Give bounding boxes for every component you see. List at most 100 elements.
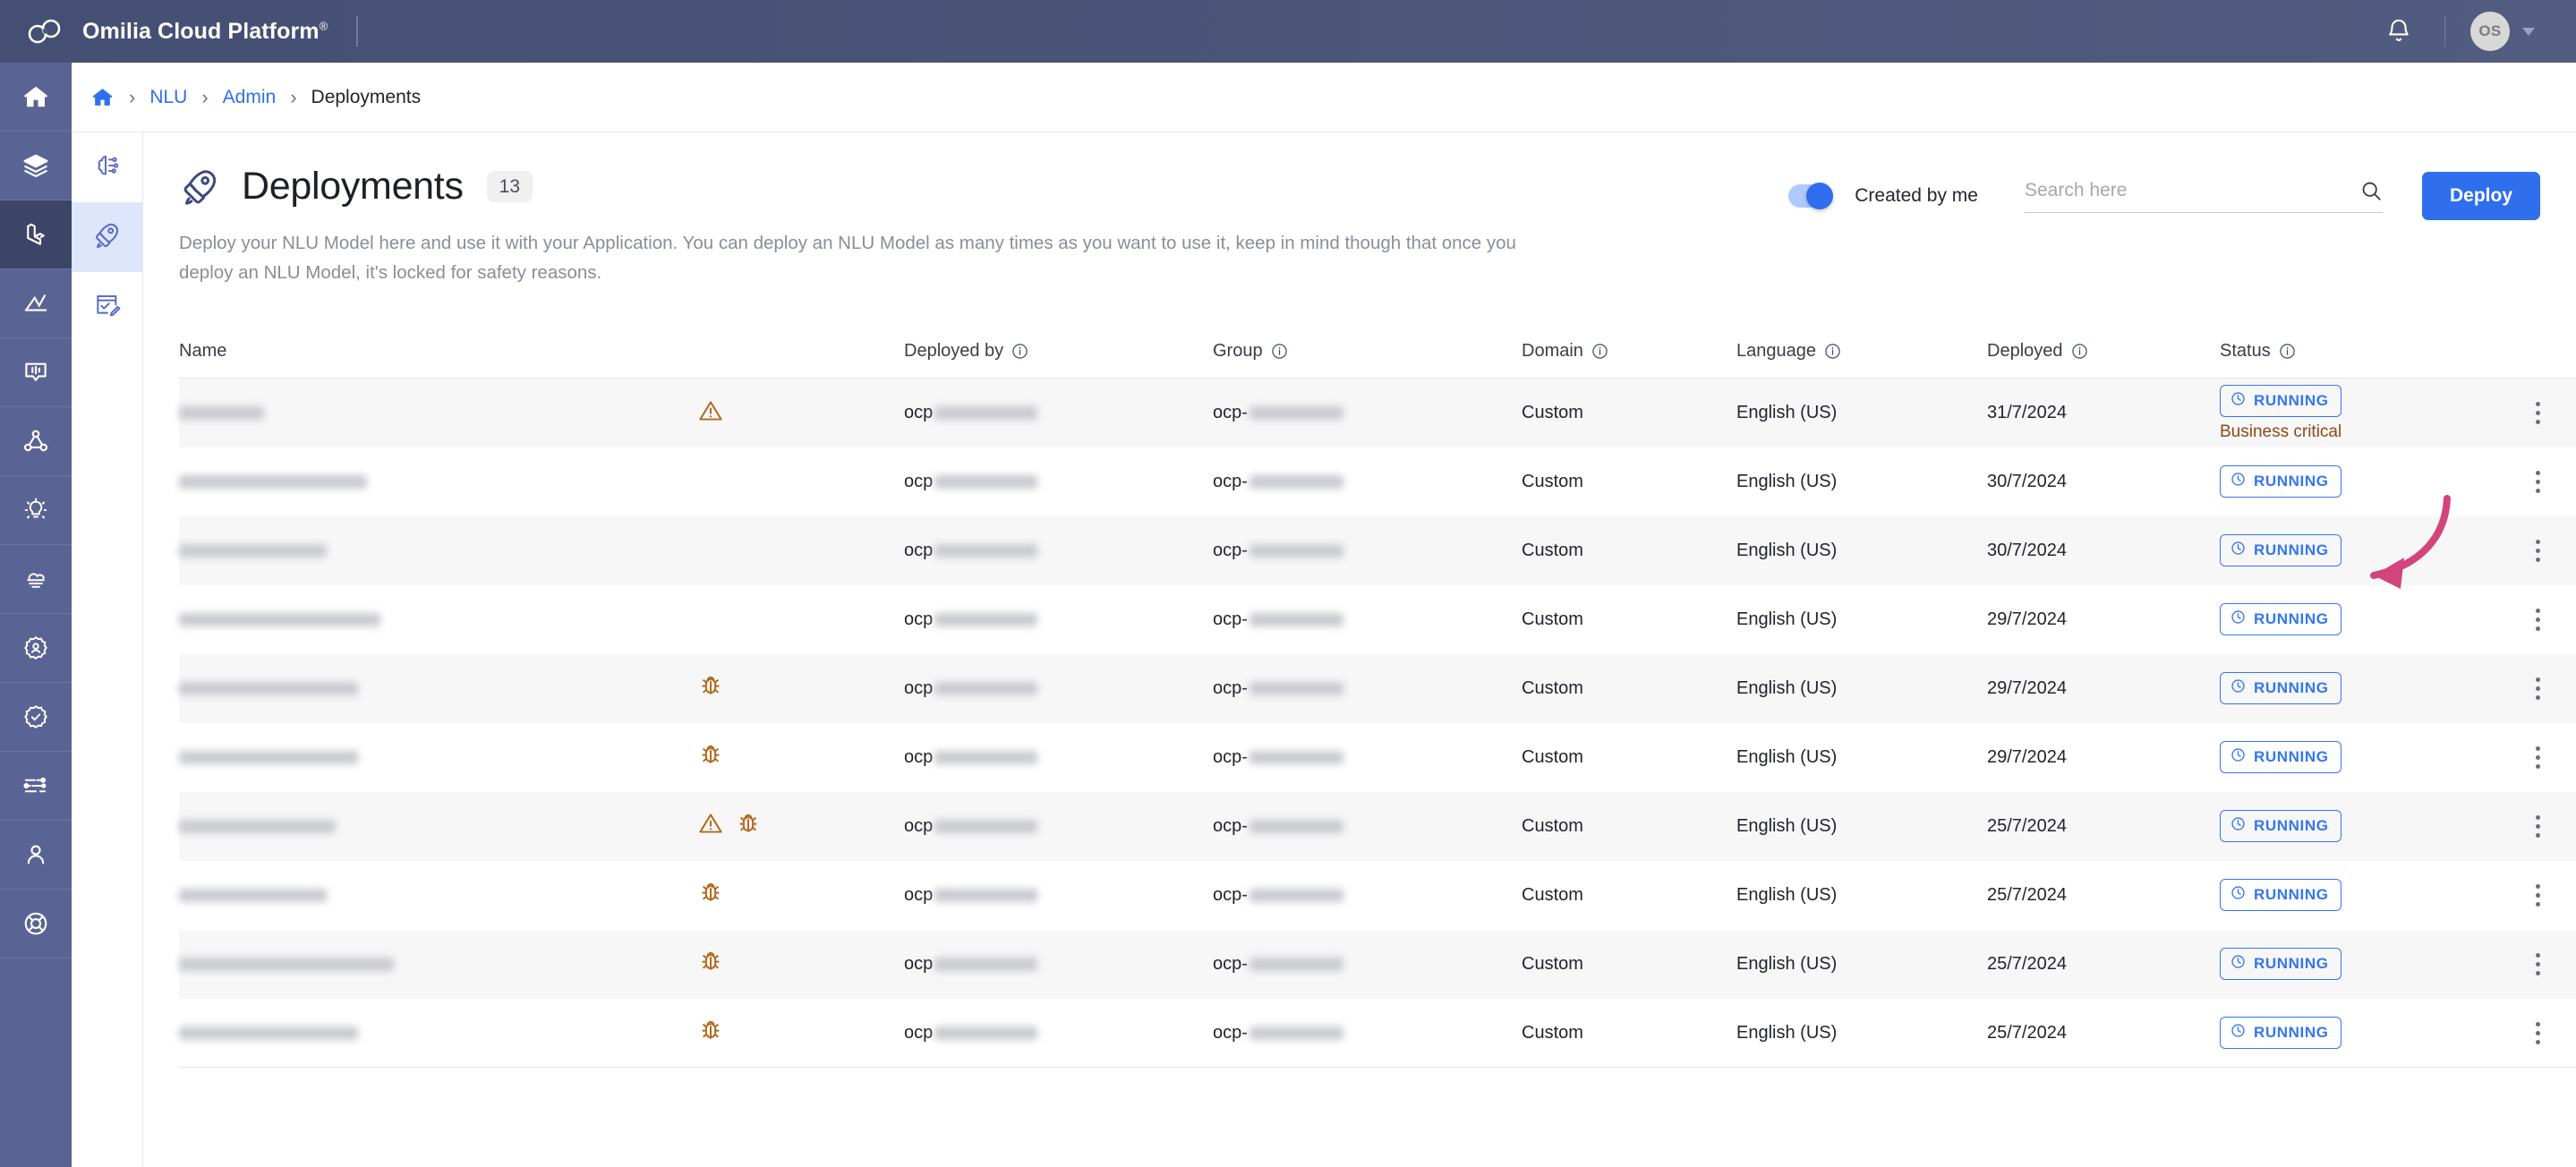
cell-name[interactable] xyxy=(179,516,698,585)
main-content: Deployments 13 Deploy your NLU Model her… xyxy=(143,132,2576,1167)
sidebar-item-identity[interactable] xyxy=(0,614,72,683)
sidebar-item-analytics[interactable] xyxy=(0,269,72,338)
kebab-menu-icon[interactable] xyxy=(2524,884,2551,907)
breadcrumb-item-admin[interactable]: Admin xyxy=(223,87,277,108)
sidebar-item-users[interactable] xyxy=(0,821,72,890)
kebab-menu-icon[interactable] xyxy=(2524,540,2551,562)
sidebar-item-annotations[interactable] xyxy=(72,272,142,342)
kebab-menu-icon[interactable] xyxy=(2524,677,2551,700)
column-header-deployed[interactable]: Deployed xyxy=(1987,327,2220,379)
redacted-deployed-by xyxy=(934,475,1037,489)
kebab-menu-icon[interactable] xyxy=(2524,746,2551,769)
cell-language: English (US) xyxy=(1736,861,1987,930)
column-header-deployed-by[interactable]: Deployed by xyxy=(904,327,1213,379)
info-icon[interactable] xyxy=(2279,343,2296,360)
table-row[interactable]: ocpocp-CustomEnglish (US)29/7/2024RUNNIN… xyxy=(179,654,2576,723)
cell-name[interactable] xyxy=(179,585,698,654)
sidebar-item-nlu[interactable] xyxy=(0,200,72,269)
status-label: RUNNING xyxy=(2254,1024,2329,1042)
cell-name[interactable] xyxy=(179,447,698,516)
status-badge: RUNNING xyxy=(2220,534,2341,566)
cell-name[interactable] xyxy=(179,379,698,447)
bug-icon[interactable] xyxy=(736,811,761,841)
cell-deployed: 29/7/2024 xyxy=(1987,585,2220,654)
cell-status: RUNNING xyxy=(2220,930,2524,999)
cell-status: RUNNING xyxy=(2220,585,2524,654)
column-header-status[interactable]: Status xyxy=(2220,327,2524,379)
toggle-knob xyxy=(1806,183,1833,209)
info-icon[interactable] xyxy=(1824,343,1841,360)
breadcrumb-item-deployments: Deployments xyxy=(311,87,422,108)
cell-name[interactable] xyxy=(179,654,698,723)
sidebar-item-cloud-data[interactable] xyxy=(0,545,72,614)
column-header-name[interactable]: Name xyxy=(179,327,698,379)
table-row[interactable]: ocpocp-CustomEnglish (US)30/7/2024RUNNIN… xyxy=(179,447,2576,516)
search-box[interactable] xyxy=(2025,179,2383,213)
cell-domain: Custom xyxy=(1522,447,1736,516)
bell-icon[interactable] xyxy=(2378,11,2419,52)
table-row[interactable]: ocpocp-CustomEnglish (US)25/7/2024RUNNIN… xyxy=(179,792,2576,861)
table-row[interactable]: ocpocp-CustomEnglish (US)25/7/2024RUNNIN… xyxy=(179,999,2576,1068)
cell-deployed: 31/7/2024 xyxy=(1987,379,2220,447)
column-header-status-label: Status xyxy=(2220,341,2271,362)
redacted-deployed-by xyxy=(934,820,1037,833)
sidebar-item-verified[interactable] xyxy=(0,683,72,752)
table-row[interactable]: ocpocp-CustomEnglish (US)31/7/2024RUNNIN… xyxy=(179,379,2576,447)
warning-icon[interactable] xyxy=(698,811,723,841)
primary-sidebar xyxy=(0,63,72,1167)
kebab-menu-icon[interactable] xyxy=(2524,402,2551,424)
bug-icon[interactable] xyxy=(698,742,723,772)
column-header-domain[interactable]: Domain xyxy=(1522,327,1736,379)
table-row[interactable]: ocpocp-CustomEnglish (US)30/7/2024RUNNIN… xyxy=(179,516,2576,585)
cell-name[interactable] xyxy=(179,930,698,999)
bug-icon[interactable] xyxy=(698,880,723,910)
breadcrumb-item-nlu[interactable]: NLU xyxy=(149,87,187,108)
table-row[interactable]: ocpocp-CustomEnglish (US)29/7/2024RUNNIN… xyxy=(179,585,2576,654)
avatar[interactable]: OS xyxy=(2470,12,2510,51)
kebab-menu-icon[interactable] xyxy=(2524,609,2551,631)
kebab-menu-icon[interactable] xyxy=(2524,953,2551,975)
chevron-down-icon[interactable] xyxy=(2522,28,2535,36)
search-input[interactable] xyxy=(2025,180,2329,201)
column-header-group[interactable]: Group xyxy=(1213,327,1522,379)
breadcrumb-home-icon[interactable] xyxy=(91,86,115,109)
sidebar-item-flows[interactable] xyxy=(0,407,72,476)
sidebar-item-deployments[interactable] xyxy=(72,202,142,272)
bug-icon[interactable] xyxy=(698,673,723,703)
bug-icon[interactable] xyxy=(698,1018,723,1048)
info-icon[interactable] xyxy=(1271,343,1288,360)
kebab-menu-icon[interactable] xyxy=(2524,471,2551,493)
cloud-stack-icon xyxy=(22,566,49,592)
info-icon[interactable] xyxy=(1591,343,1608,360)
deployments-count-badge: 13 xyxy=(487,171,533,202)
info-icon[interactable] xyxy=(1011,343,1028,360)
deploy-button[interactable]: Deploy xyxy=(2422,172,2540,220)
bug-icon[interactable] xyxy=(698,949,723,979)
cell-flags xyxy=(698,379,904,447)
sidebar-item-layers[interactable] xyxy=(0,132,72,200)
sidebar-item-models[interactable] xyxy=(72,132,142,202)
table-row[interactable]: ocpocp-CustomEnglish (US)29/7/2024RUNNIN… xyxy=(179,723,2576,792)
cell-name[interactable] xyxy=(179,723,698,792)
info-icon[interactable] xyxy=(2071,343,2088,360)
column-header-language[interactable]: Language xyxy=(1736,327,1987,379)
kebab-menu-icon[interactable] xyxy=(2524,1022,2551,1044)
search-icon[interactable] xyxy=(2359,179,2383,202)
status-badge: RUNNING xyxy=(2220,385,2341,417)
kebab-menu-icon[interactable] xyxy=(2524,815,2551,838)
sidebar-item-dialog[interactable] xyxy=(0,338,72,407)
page-toolbar: Created by me Deploy xyxy=(1788,172,2540,220)
brand[interactable]: Omilia Cloud Platform® xyxy=(0,17,328,46)
cell-name[interactable] xyxy=(179,792,698,861)
table-row[interactable]: ocpocp-CustomEnglish (US)25/7/2024RUNNIN… xyxy=(179,861,2576,930)
sidebar-item-insights[interactable] xyxy=(0,476,72,545)
cell-name[interactable] xyxy=(179,861,698,930)
sidebar-item-support[interactable] xyxy=(0,890,72,958)
brand-name: Omilia Cloud Platform® xyxy=(82,19,328,45)
warning-icon[interactable] xyxy=(698,398,723,429)
cell-name[interactable] xyxy=(179,999,698,1068)
sidebar-item-integrations[interactable] xyxy=(0,752,72,821)
sidebar-item-home[interactable] xyxy=(0,63,72,132)
table-row[interactable]: ocpocp-CustomEnglish (US)25/7/2024RUNNIN… xyxy=(179,930,2576,999)
created-by-me-toggle[interactable] xyxy=(1788,184,1833,208)
